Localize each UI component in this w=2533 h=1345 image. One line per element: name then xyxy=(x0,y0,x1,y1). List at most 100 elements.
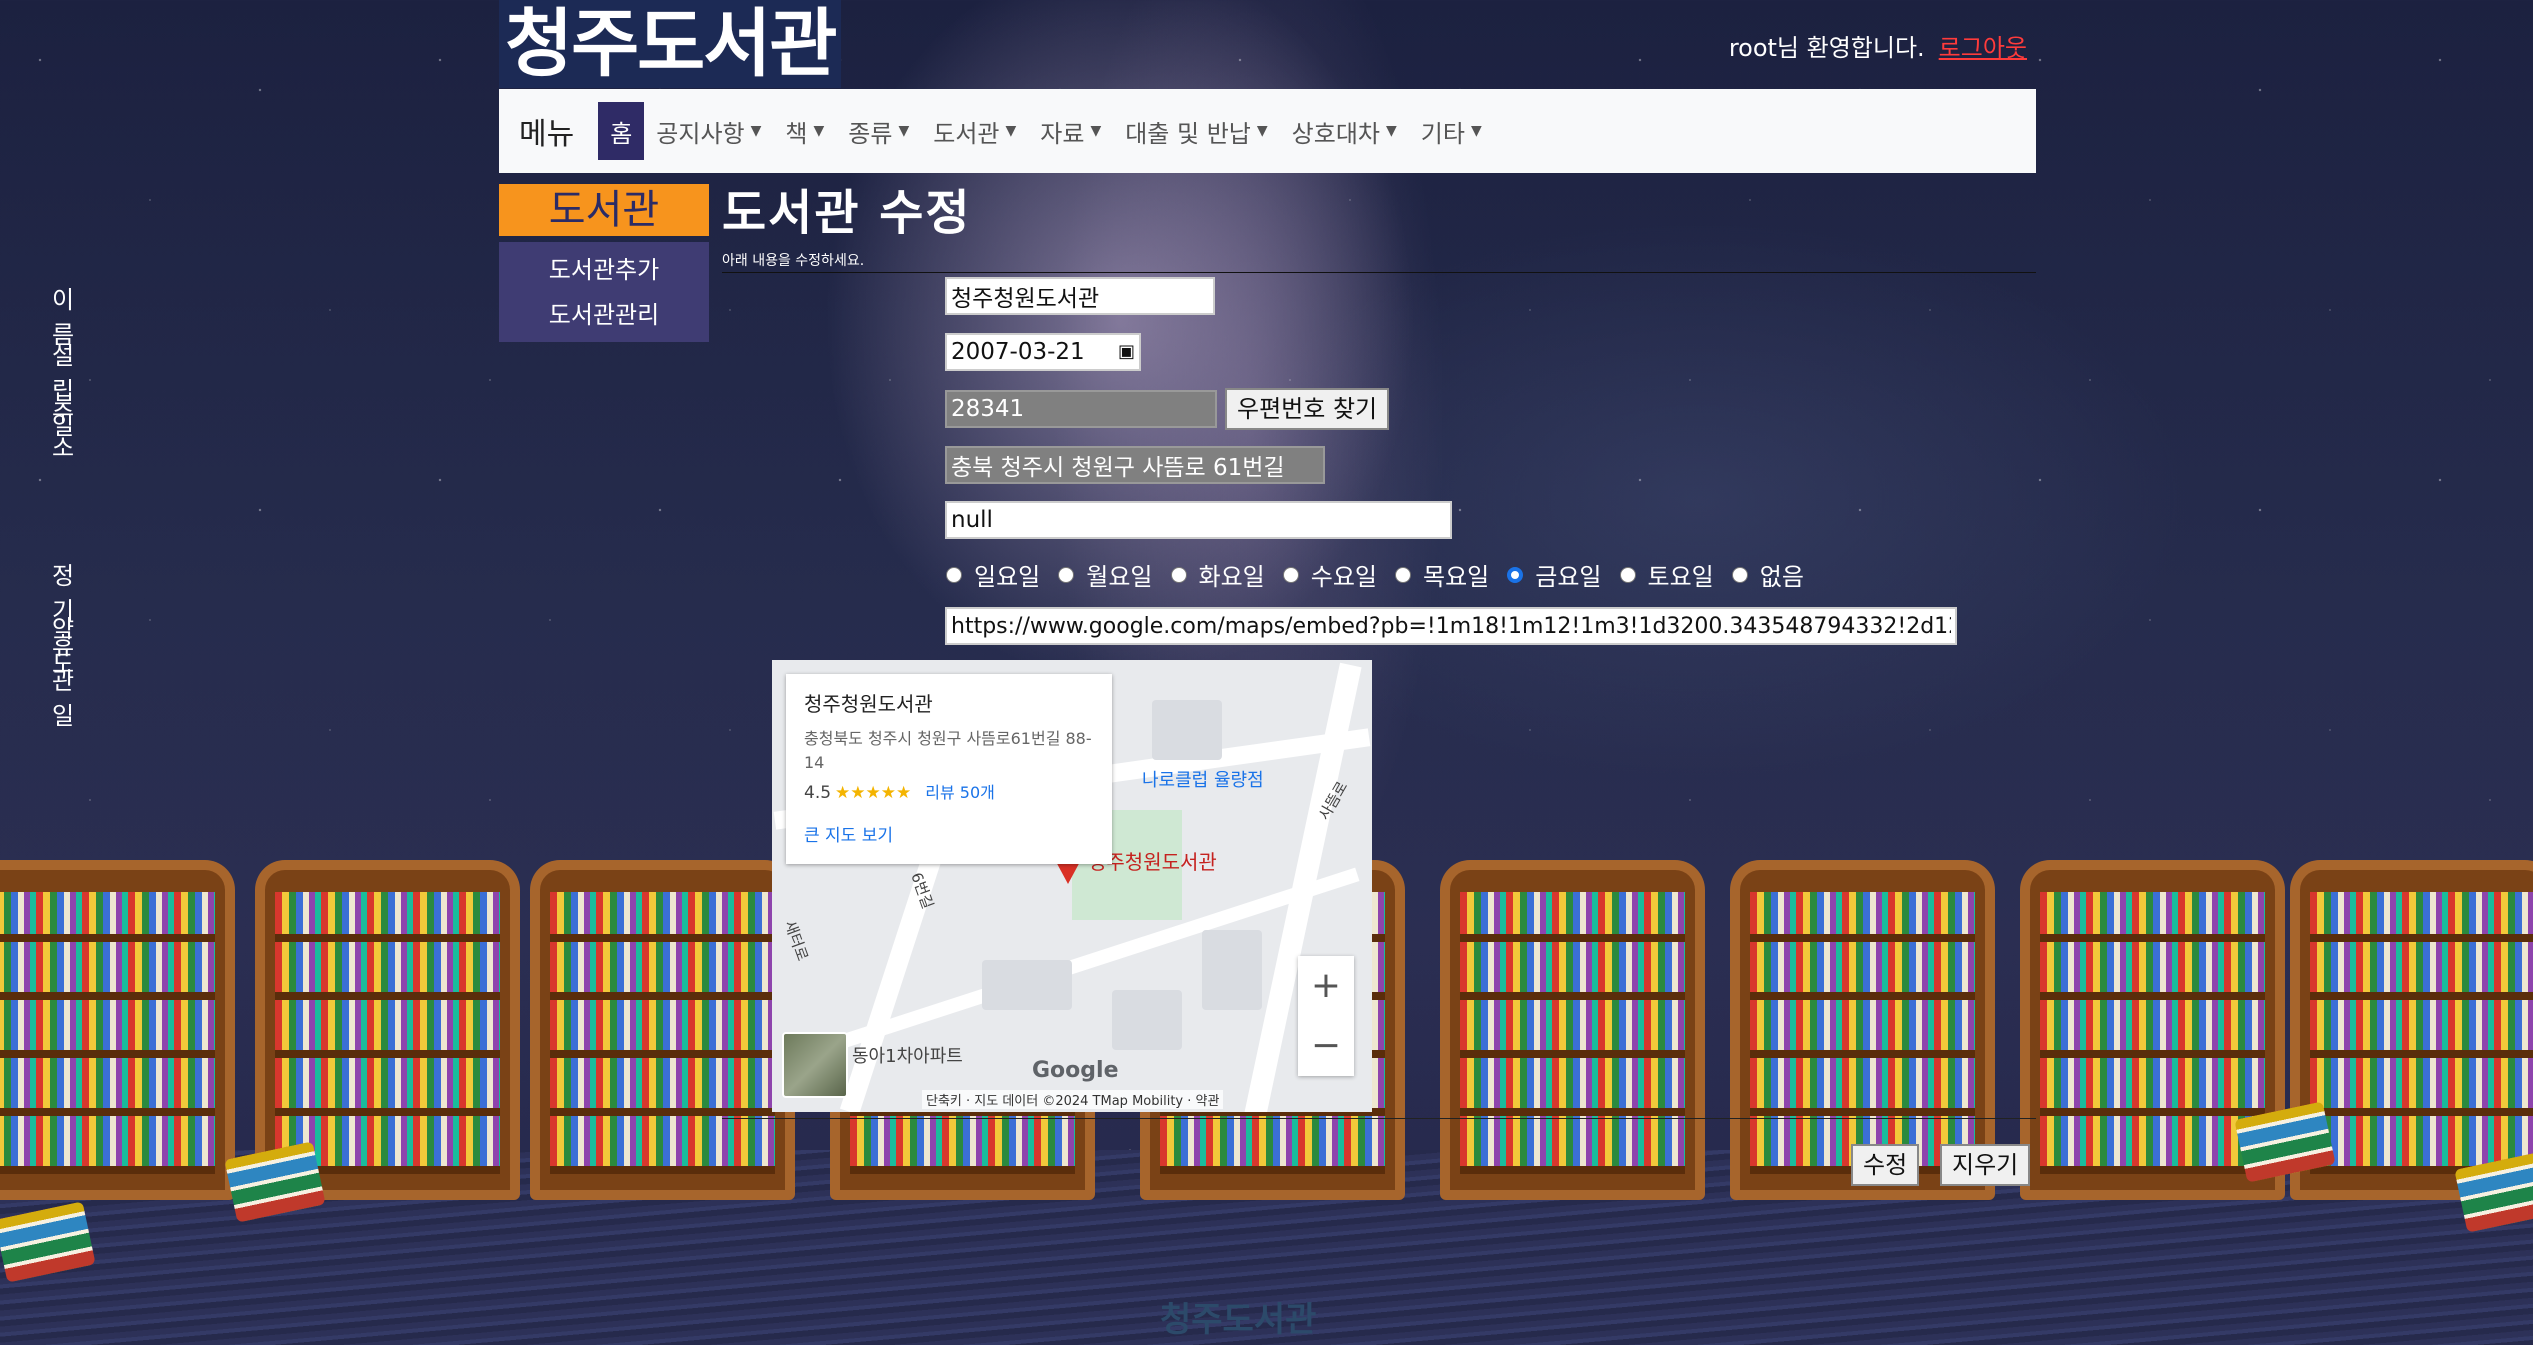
nav-item-loan-return[interactable]: 대출 및 반납 ▼ xyxy=(1113,102,1279,160)
sidebar-item-add-library[interactable]: 도서관추가 xyxy=(499,248,709,293)
radio-button[interactable] xyxy=(1282,566,1299,583)
submit-edit-button[interactable]: 수정 xyxy=(1851,1144,1920,1186)
map-label: 약도 xyxy=(52,615,75,678)
postcode-field[interactable] xyxy=(945,390,1217,428)
radio-tuesday[interactable]: 화요일 xyxy=(1170,557,1265,592)
radio-label: 목요일 xyxy=(1423,563,1490,591)
radio-label: 월요일 xyxy=(1086,563,1153,591)
radio-button[interactable] xyxy=(1058,566,1075,583)
map-block xyxy=(982,960,1072,1010)
radio-label: 화요일 xyxy=(1198,563,1265,591)
nav-label: 자료 xyxy=(1040,119,1085,148)
zoom-out-button[interactable]: − xyxy=(1298,1016,1354,1076)
map-poi-label[interactable]: 나로클럽 율량점 xyxy=(1142,766,1264,792)
nav-item-category[interactable]: 종류 ▼ xyxy=(836,102,921,160)
caret-down-icon: ▼ xyxy=(813,123,825,139)
bookshelf xyxy=(1440,860,1705,1200)
view-larger-map-link[interactable]: 큰 지도 보기 xyxy=(804,821,1094,846)
radio-button[interactable] xyxy=(1395,566,1411,583)
nav-item-material[interactable]: 자료 ▼ xyxy=(1028,102,1113,160)
nav-label: 공지사항 xyxy=(656,119,745,148)
radio-monday[interactable]: 월요일 xyxy=(1058,557,1153,592)
nav-item-library[interactable]: 도서관 ▼ xyxy=(921,102,1028,160)
nav-label: 책 xyxy=(785,119,808,148)
caret-down-icon: ▼ xyxy=(1090,123,1102,139)
zoom-in-button[interactable]: + xyxy=(1298,956,1354,1016)
nav-item-book[interactable]: 책 ▼ xyxy=(773,102,836,160)
radio-label: 수요일 xyxy=(1310,563,1377,591)
nav-item-interlibrary[interactable]: 상호대차 ▼ xyxy=(1280,102,1409,160)
caret-down-icon: ▼ xyxy=(1386,123,1397,139)
map-poi-label[interactable]: 동아1차아파트 xyxy=(852,1042,963,1068)
page-subtitle: 아래 내용을 수정하세요. xyxy=(722,253,865,269)
radio-button[interactable] xyxy=(1170,566,1187,583)
address-label: 주소 xyxy=(52,399,75,462)
site-logo[interactable]: 청주도서관 xyxy=(499,0,842,88)
caret-down-icon: ▼ xyxy=(1005,123,1017,139)
closed-day-radio-group: 일요일 월요일 화요일 수요일 목요일 금요일 토요일 없음 xyxy=(946,557,1822,592)
radio-button-selected[interactable] xyxy=(1507,566,1524,583)
map-street-label: 새터로 xyxy=(780,918,812,964)
rating-value: 4.5 xyxy=(804,783,832,803)
caret-down-icon: ▼ xyxy=(1256,123,1268,139)
main-content: 도서관 수정 아래 내용을 수정하세요. xyxy=(722,180,2036,273)
satellite-toggle-thumbnail[interactable] xyxy=(782,1032,848,1098)
founding-date-field[interactable]: 2007-03-21 ▣ xyxy=(945,333,1141,371)
logout-link[interactable]: 로그아웃 xyxy=(1939,34,2027,62)
caret-down-icon: ▼ xyxy=(750,123,762,139)
radio-saturday[interactable]: 토요일 xyxy=(1619,557,1714,592)
divider xyxy=(722,1118,2036,1119)
radio-thursday[interactable]: 목요일 xyxy=(1395,557,1489,592)
address-field[interactable] xyxy=(945,446,1325,484)
map-credits[interactable]: 단축키 · 지도 데이터 ©2024 TMap Mobility · 약관 xyxy=(922,1090,1224,1109)
nav-label: 상호대차 xyxy=(1291,119,1380,148)
bookshelf xyxy=(0,860,235,1200)
map-block xyxy=(1202,930,1262,1010)
calendar-icon[interactable]: ▣ xyxy=(1118,335,1135,369)
radio-sunday[interactable]: 일요일 xyxy=(946,557,1040,592)
radio-label: 토요일 xyxy=(1647,563,1714,591)
nav-label: 도서관 xyxy=(933,119,1000,148)
radio-wednesday[interactable]: 수요일 xyxy=(1282,557,1377,592)
place-info-card: 청주청원도서관 충청북도 청주시 청원구 사뜸로61번길 88-14 4.5 ★★… xyxy=(786,674,1112,864)
rating-stars-icon: ★★★★★ xyxy=(835,783,912,803)
radio-friday[interactable]: 금요일 xyxy=(1507,557,1602,592)
nav-label: 기타 xyxy=(1420,119,1465,148)
sidebar-item-manage-library[interactable]: 도서관관리 xyxy=(499,293,709,338)
map-zoom-control: + − xyxy=(1298,956,1354,1076)
map-url-field[interactable] xyxy=(945,607,1957,645)
sidebar-list: 도서관추가 도서관관리 xyxy=(499,242,709,342)
navbar-brand[interactable]: 메뉴 xyxy=(519,109,574,153)
user-welcome: root님 환영합니다. 로그아웃 xyxy=(1729,28,2027,63)
book-stack xyxy=(224,1141,326,1223)
site-header: 청주도서관 root님 환영합니다. 로그아웃 xyxy=(499,0,2037,90)
nav-label: 홈 xyxy=(610,119,633,148)
address-detail-field[interactable] xyxy=(945,501,1452,539)
radio-none[interactable]: 없음 xyxy=(1731,557,1804,592)
radio-button[interactable] xyxy=(946,566,962,583)
map-block xyxy=(1112,990,1182,1050)
nav-item-home[interactable]: 홈 xyxy=(598,102,645,160)
radio-label: 일요일 xyxy=(974,563,1041,591)
nav-item-etc[interactable]: 기타 ▼ xyxy=(1409,102,1494,160)
radio-label: 금요일 xyxy=(1535,563,1602,591)
clear-button[interactable]: 지우기 xyxy=(1940,1144,2031,1186)
sidebar-title: 도서관 xyxy=(499,184,709,236)
reviews-link[interactable]: 리뷰 50개 xyxy=(925,783,995,802)
bookshelf xyxy=(530,860,795,1200)
name-field[interactable] xyxy=(945,277,1215,315)
embedded-map[interactable]: 청주청원도서관 나로클럽 율량점 동아1차아파트 6번길 사뜸로 새터로 청주청… xyxy=(772,660,1372,1112)
nav-label: 대출 및 반납 xyxy=(1125,119,1251,148)
page-title: 도서관 수정 xyxy=(722,185,972,241)
caret-down-icon: ▼ xyxy=(1470,123,1482,139)
google-logo: Google xyxy=(1032,1058,1119,1083)
radio-label: 없음 xyxy=(1759,563,1804,591)
caret-down-icon: ▼ xyxy=(898,123,910,139)
main-navbar: 메뉴 홈 공지사항 ▼ 책 ▼ 종류 ▼ 도서관 ▼ 자료 ▼ 대출 및 반납 ▼ 상호대차… xyxy=(499,89,2036,173)
radio-button[interactable] xyxy=(1619,566,1636,583)
find-postcode-button[interactable]: 우편번호 찾기 xyxy=(1225,388,1390,430)
radio-button[interactable] xyxy=(1731,566,1748,583)
nav-label: 종류 xyxy=(848,119,893,148)
map-block xyxy=(1152,700,1222,760)
nav-item-notice[interactable]: 공지사항 ▼ xyxy=(644,102,773,160)
